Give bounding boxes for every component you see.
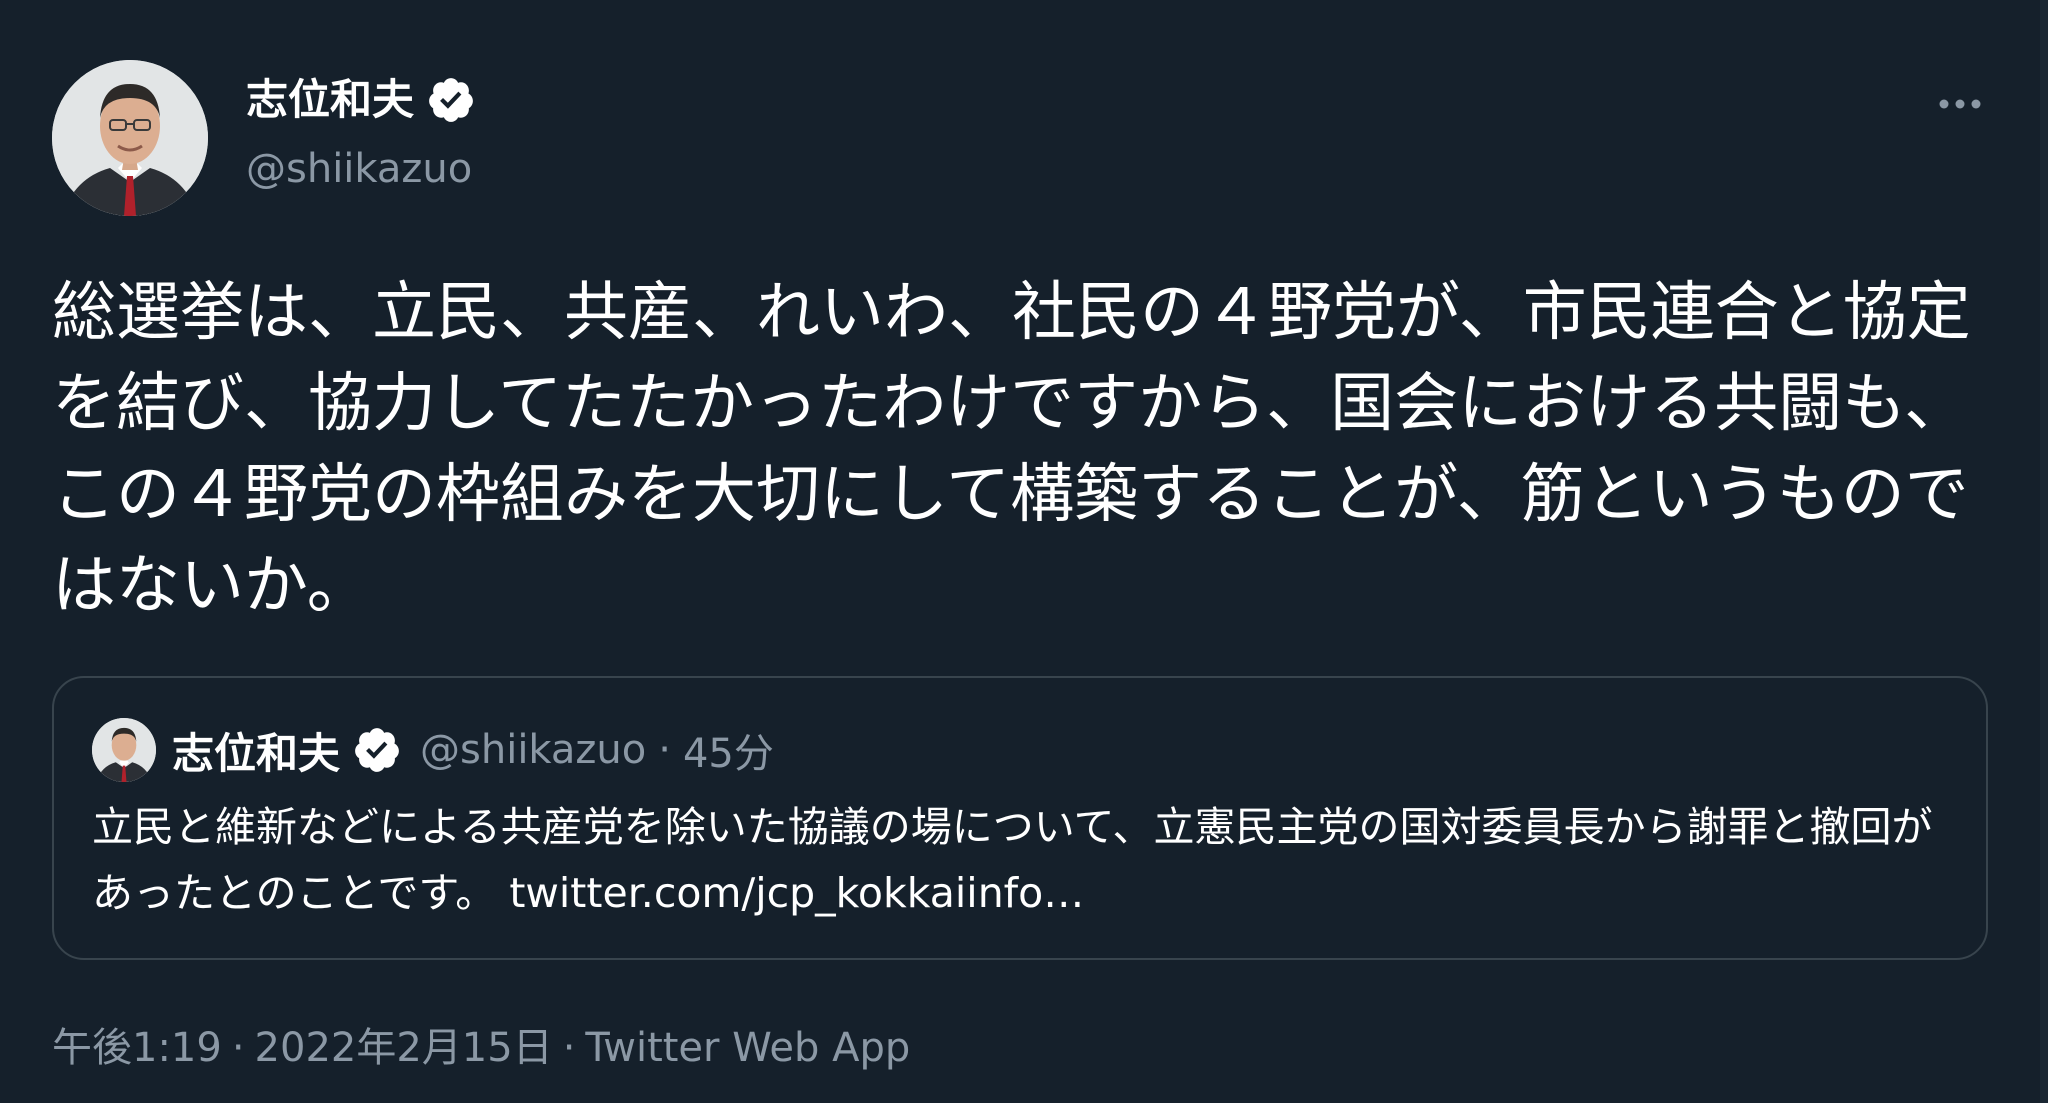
quoted-tweet-header: 志位和夫 @shiikazuo · 45分 (92, 718, 774, 782)
more-horizontal-icon (1939, 99, 1981, 109)
quoted-tweet-link[interactable]: twitter.com/jcp_kokkaiinfo… (509, 869, 1084, 917)
tweet-detail: 志位和夫 @shiikazuo 総選挙は、立民、共産、れいわ、社民の４野党が、市… (0, 0, 2048, 1103)
verified-badge-icon (429, 78, 473, 122)
separator-dot: · (562, 1025, 576, 1071)
avatar-photo (52, 60, 208, 216)
scrollbar-track (2040, 0, 2048, 1103)
tweet-date[interactable]: 2022年2月15日 (255, 1025, 553, 1071)
quoted-author-avatar (92, 718, 156, 782)
author-name-text: 志位和夫 (246, 75, 415, 124)
separator-dot: · (231, 1025, 245, 1071)
quoted-tweet-time: 45分 (682, 731, 774, 777)
quoted-author-name: 志位和夫 (172, 728, 341, 778)
tweet-time[interactable]: 午後1:19 (52, 1025, 222, 1071)
quoted-tweet-text: 立民と維新などによる共産党を除いた協議の場について、立憲民主党の国対委員長から謝… (92, 794, 1962, 926)
author-name[interactable]: 志位和夫 (246, 72, 476, 128)
author-handle[interactable]: @shiikazuo (246, 143, 472, 195)
more-options-button[interactable] (1932, 84, 1988, 124)
separator-dot: · (658, 727, 671, 773)
tweet-source[interactable]: Twitter Web App (585, 1025, 910, 1071)
author-avatar[interactable] (52, 60, 208, 216)
tweet-text: 総選挙は、立民、共産、れいわ、社民の４野党が、市民連合と協定を結び、協力してたた… (52, 276, 1971, 623)
tweet-meta: 午後1:19 · 2022年2月15日 · Twitter Web App (52, 1020, 910, 1076)
verified-badge-icon (355, 728, 399, 772)
quoted-tweet-card[interactable]: 志位和夫 @shiikazuo · 45分 立民と維新などによる共産党を除いた協… (52, 676, 1988, 960)
quoted-author-handle: @shiikazuo (420, 727, 647, 773)
avatar-photo (92, 718, 156, 782)
